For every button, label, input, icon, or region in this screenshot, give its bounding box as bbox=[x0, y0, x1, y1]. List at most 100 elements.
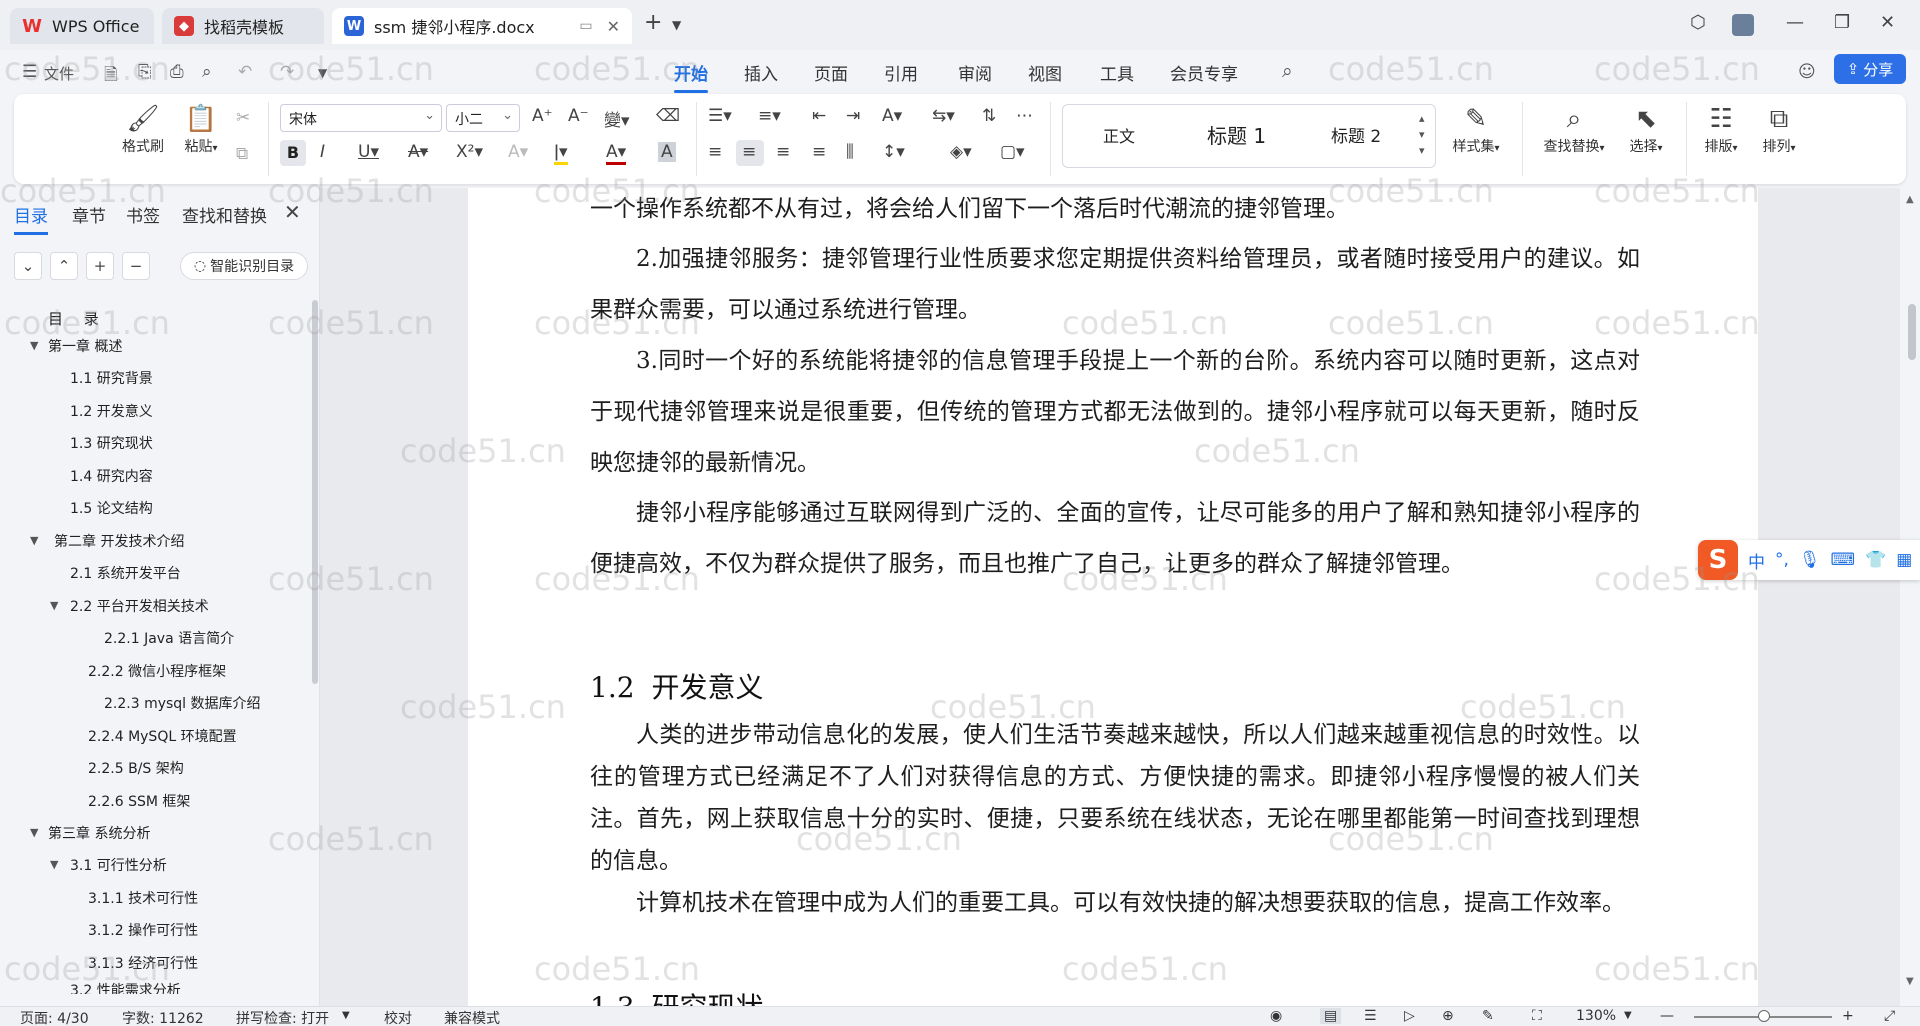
scrollbar[interactable] bbox=[312, 300, 318, 684]
collapse-button[interactable]: − bbox=[122, 252, 150, 280]
toc-item[interactable]: 2.2.1 Java 语言简介 bbox=[104, 628, 234, 648]
redo-icon[interactable]: ↷ bbox=[280, 62, 294, 82]
hamburger-icon[interactable]: ☰ bbox=[22, 62, 37, 82]
tab-home[interactable]: 开始 bbox=[674, 60, 708, 93]
toc-item[interactable]: 1.4 研究内容 bbox=[70, 466, 153, 486]
style-scroll-icon[interactable]: ▴ ▾ ▾ bbox=[1419, 111, 1425, 159]
toc-item[interactable]: 3.2 性能需求分析 bbox=[70, 980, 181, 994]
expand-arrow-icon[interactable]: ▼ bbox=[30, 339, 38, 352]
toc-item[interactable]: 1.5 论文结构 bbox=[70, 498, 153, 518]
text-effect-button[interactable]: A▾ bbox=[508, 142, 528, 162]
toc-item[interactable]: 2.2.3 mysql 数据库介绍 bbox=[104, 693, 261, 713]
strikethrough-button[interactable]: A▾ bbox=[408, 142, 428, 162]
copy-icon[interactable]: ⧉ bbox=[236, 144, 248, 164]
nav-tab-toc[interactable]: 目录 bbox=[14, 202, 48, 235]
tab-references[interactable]: 引用 bbox=[884, 60, 918, 85]
close-window-icon[interactable]: ✕ bbox=[1880, 12, 1895, 33]
smart-toc-button[interactable]: ◌ 智能识别目录 bbox=[180, 252, 308, 280]
minimize-icon[interactable]: — bbox=[1786, 12, 1804, 33]
expand-arrow-icon[interactable]: ▼ bbox=[50, 858, 58, 871]
tab-tools[interactable]: 工具 bbox=[1100, 60, 1134, 85]
outline-view-icon[interactable]: ☰ bbox=[1364, 1008, 1377, 1024]
toc-item[interactable]: 第一章 概述 bbox=[48, 336, 122, 356]
expand-arrow-icon[interactable]: ▼ bbox=[50, 599, 58, 612]
border-icon[interactable]: ▢▾ bbox=[1000, 142, 1025, 162]
toolbox-icon[interactable]: ▦ bbox=[1896, 550, 1912, 570]
word-count[interactable]: 字数: 11262 bbox=[122, 1008, 204, 1026]
ime-toolbar[interactable]: S 中 °, 🎙 ⌨ 👕 ▦ bbox=[1698, 540, 1920, 580]
zoom-level[interactable]: 130% bbox=[1576, 1008, 1616, 1024]
keyboard-icon[interactable]: ⌨ bbox=[1831, 550, 1856, 570]
page-indicator[interactable]: 页面: 4/30 bbox=[20, 1008, 89, 1026]
nav-tab-find[interactable]: 查找和替换 bbox=[182, 202, 267, 227]
chevron-down-icon[interactable]: ▼ bbox=[1624, 1010, 1632, 1021]
style-heading-1[interactable]: 标题 1 bbox=[1207, 120, 1266, 149]
close-icon[interactable]: ✕ bbox=[284, 200, 301, 224]
char-shading-button[interactable]: A bbox=[658, 142, 676, 162]
toc-item[interactable]: 1.3 研究现状 bbox=[70, 433, 153, 453]
show-marks-icon[interactable]: ⋯ bbox=[1016, 106, 1033, 126]
punctuation-icon[interactable]: °, bbox=[1775, 550, 1789, 570]
italic-button[interactable]: I bbox=[320, 142, 325, 162]
font-name-select[interactable]: 宋体 ⌄ bbox=[280, 104, 442, 132]
expand-arrow-icon[interactable]: ▼ bbox=[30, 534, 38, 547]
shrink-font-icon[interactable]: A⁻ bbox=[568, 106, 589, 126]
font-size-select[interactable]: 小二 ⌄ bbox=[446, 104, 520, 132]
pen-icon[interactable]: ✎ bbox=[1482, 1008, 1494, 1024]
toc-item[interactable]: 1.2 开发意义 bbox=[70, 401, 153, 421]
chevron-down-icon[interactable]: ▼ bbox=[342, 1010, 350, 1021]
zoom-out-icon[interactable]: — bbox=[1660, 1008, 1674, 1024]
zoom-slider-thumb[interactable] bbox=[1758, 1010, 1770, 1022]
toc-item[interactable]: 2.2.6 SSM 框架 bbox=[88, 791, 190, 811]
arrange-button[interactable]: ⧉ 排列▾ bbox=[1754, 102, 1804, 156]
export-icon[interactable]: ⎘ bbox=[138, 62, 152, 82]
tab-insert[interactable]: 插入 bbox=[744, 60, 778, 85]
avatar[interactable] bbox=[1732, 14, 1754, 36]
find-replace-button[interactable]: ⌕ 查找替换▾ bbox=[1532, 102, 1616, 156]
save-icon[interactable]: 🗎 bbox=[104, 62, 118, 91]
cube-icon[interactable]: ⬡ bbox=[1690, 12, 1706, 33]
toc-item[interactable]: 3.1 可行性分析 bbox=[70, 855, 167, 875]
tab-wps-office[interactable]: W WPS Office bbox=[10, 8, 154, 44]
bullet-list-icon[interactable]: ☰▾ bbox=[708, 106, 732, 126]
collapse-up-button[interactable]: ⌃ bbox=[50, 252, 78, 280]
shading-icon[interactable]: ◈▾ bbox=[950, 142, 972, 162]
search-icon[interactable]: ⌕ bbox=[1282, 60, 1293, 82]
toc-item[interactable]: 2.1 系统开发平台 bbox=[70, 563, 181, 583]
align-right-icon[interactable]: ≡ bbox=[776, 142, 790, 162]
toc-item[interactable]: 3.1.2 操作可行性 bbox=[88, 920, 198, 940]
layout-button[interactable]: ☷ 排版▾ bbox=[1696, 102, 1746, 156]
grow-font-icon[interactable]: A⁺ bbox=[532, 106, 553, 126]
select-button[interactable]: ⬉ 选择▾ bbox=[1620, 102, 1672, 156]
print-preview-icon[interactable]: ⌕ bbox=[202, 62, 212, 82]
toc-item[interactable]: 2.2.2 微信小程序框架 bbox=[88, 661, 226, 681]
align-left-icon[interactable]: ≡ bbox=[708, 142, 722, 162]
toc-item[interactable]: 1.1 研究背景 bbox=[70, 368, 153, 388]
fullscreen-icon[interactable]: ⤢ bbox=[1884, 1008, 1895, 1024]
numbered-list-icon[interactable]: ≡▾ bbox=[758, 106, 781, 126]
play-icon[interactable]: ▷ bbox=[1404, 1008, 1415, 1024]
expand-button[interactable]: + bbox=[86, 252, 114, 280]
print-icon[interactable]: ⎙ bbox=[170, 62, 184, 82]
tab-view[interactable]: 视图 bbox=[1028, 60, 1062, 85]
ime-language[interactable]: 中 bbox=[1748, 548, 1765, 573]
spell-check[interactable]: 拼写检查: 打开 bbox=[236, 1008, 329, 1026]
toc-item[interactable]: 2.2.4 MySQL 环境配置 bbox=[88, 726, 237, 746]
line-spacing-icon[interactable]: ↕▾ bbox=[882, 142, 905, 162]
tab-page[interactable]: 页面 bbox=[814, 60, 848, 85]
justify-icon[interactable]: ≡ bbox=[812, 142, 826, 162]
tab-review[interactable]: 审阅 bbox=[958, 60, 992, 85]
underline-button[interactable]: U▾ bbox=[358, 142, 379, 162]
chat-icon[interactable]: ☺ bbox=[1798, 62, 1816, 82]
cut-icon[interactable]: ✂ bbox=[236, 108, 250, 128]
scroll-thumb[interactable] bbox=[1908, 304, 1916, 360]
tab-document[interactable]: W ssm 捷邻小程序.docx ▭ ✕ bbox=[332, 8, 632, 44]
nav-tab-chapters[interactable]: 章节 bbox=[72, 202, 106, 227]
document-page[interactable]: 一个操作系统都不从有过，将会给人们留下一个落后时代潮流的捷邻管理。 2.加强捷邻… bbox=[468, 188, 1758, 1006]
font-color-button[interactable]: A▾ bbox=[606, 142, 627, 165]
skin-icon[interactable]: 👕 bbox=[1865, 550, 1886, 570]
text-direction-icon[interactable]: ⇆▾ bbox=[932, 106, 955, 126]
new-tab-icon[interactable]: + bbox=[644, 10, 662, 35]
zoom-in-icon[interactable]: + bbox=[1842, 1008, 1854, 1024]
toc-item[interactable]: 3.1.1 技术可行性 bbox=[88, 888, 198, 908]
